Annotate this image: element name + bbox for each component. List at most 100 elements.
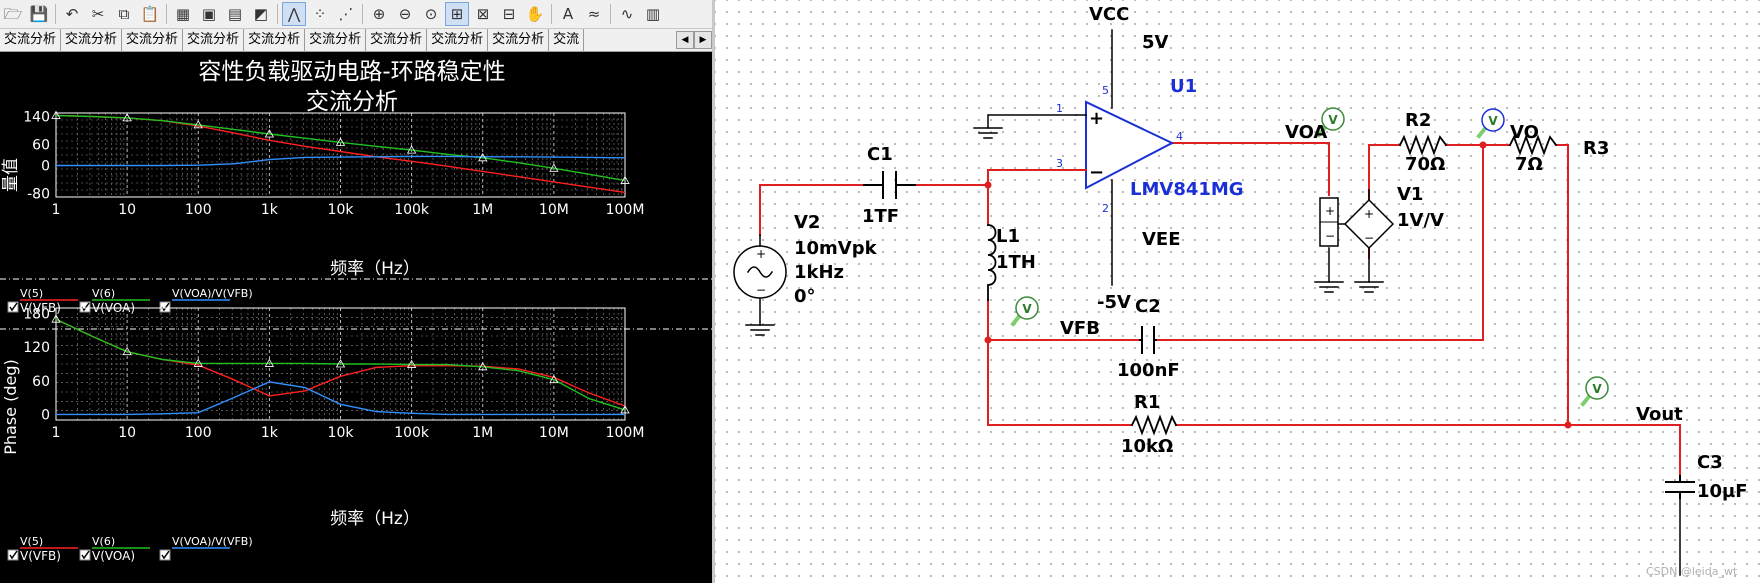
open-icon[interactable]: 🗁 (2, 3, 24, 25)
analysis-tabs: 交流分析 交流分析 交流分析 交流分析 交流分析 交流分析 交流分析 交流分析 交流分析 交流 (0, 29, 712, 52)
u1-ref: U1 (1170, 76, 1197, 97)
x-tick-label: 100 (185, 425, 212, 441)
vcc-label: VCC (1089, 4, 1129, 25)
x-tick-label: 1k (261, 425, 279, 441)
zoom-in-icon[interactable]: ⊕ (368, 3, 390, 25)
paste-icon[interactable]: 📋 (139, 3, 161, 25)
tab-scroll-right-button[interactable]: ▶ (694, 31, 712, 49)
cursor-icon[interactable]: ⋀ (282, 2, 306, 26)
tab-ac-analysis[interactable]: 交流分析 (122, 29, 184, 51)
zoom-area-icon[interactable]: ⊞ (445, 2, 469, 26)
probe-label: V (1488, 114, 1498, 128)
c2-ref: C2 (1135, 296, 1161, 317)
inductor-l1[interactable] (987, 224, 997, 301)
vee-label: VEE (1142, 229, 1181, 250)
c2-value: 100nF (1117, 360, 1180, 381)
chart-properties-icon[interactable]: ▤ (224, 3, 246, 25)
series-line-3[interactable] (56, 155, 626, 167)
tab-ac-analysis[interactable]: 交流 (549, 29, 585, 51)
y-tick-label: 180 (23, 307, 50, 323)
tab-ac-analysis[interactable]: 交流分析 (488, 29, 550, 51)
grid-icon[interactable]: ▦ (172, 3, 194, 25)
tab-ac-analysis[interactable]: 交流分析 (61, 29, 123, 51)
schematic-drawing: V V V V VCC 5V VEE -5V C1 1TF V2 10mVpk 1kH… (733, 4, 1748, 578)
copy-icon[interactable]: ⧉ (113, 3, 135, 25)
y-tick-label: 0 (41, 159, 50, 175)
cut-icon[interactable]: ✂ (87, 3, 109, 25)
capacitor-c3[interactable] (1665, 475, 1695, 499)
toolbar-separator (166, 4, 167, 24)
phase-chart[interactable]: 180 120 60 01 10 100 1k 10k 100k 1M 10M 100M (23, 307, 644, 441)
x-tick-label: 10 (118, 202, 136, 218)
x-tick-label: 10M (539, 425, 569, 441)
legend-label: V(6) (92, 535, 115, 548)
data-points-icon[interactable]: ⋰ (335, 3, 357, 25)
plot-subtitle: 交流分析 (306, 89, 398, 115)
voa-net-label: VOA (1285, 122, 1327, 143)
y-tick-label: 60 (32, 374, 50, 390)
v1-ref: V1 (1397, 184, 1423, 205)
overlay-icon[interactable]: ◩ (250, 3, 272, 25)
ac-analysis-plot: 容性负载驱动电路-环路稳定性 交流分析 140600-801 10 100 1k 10k… (0, 59, 712, 563)
toolbar-separator (277, 4, 278, 24)
x-tick-label: 10k (328, 202, 355, 218)
x-tick-label: 1 (52, 202, 61, 218)
v1-minus-sign: − (1364, 231, 1374, 245)
tab-ac-analysis[interactable]: 交流分析 (0, 29, 62, 51)
x-tick-label: 1 (52, 425, 61, 441)
v2-plus-sign: + (756, 247, 766, 261)
junction-dot (1479, 141, 1487, 149)
schematic-canvas[interactable]: V V V V VCC 5V VEE -5V C1 1TF V2 10mVpk 1kH… (715, 0, 1763, 583)
zoom-x-icon[interactable]: ⊠ (472, 3, 494, 25)
legend-sublabel: V(VOA) (92, 549, 135, 563)
legend-sublabel: V(VFB) (20, 549, 61, 563)
tab-ac-analysis[interactable]: 交流分析 (183, 29, 245, 51)
text-icon[interactable]: A (557, 3, 579, 25)
trace-icon[interactable]: ∿ (616, 3, 638, 25)
v2-ref: V2 (794, 212, 820, 233)
legend-label: V(VOA)/V(VFB) (172, 535, 253, 548)
x-tick-label: 1M (472, 202, 493, 218)
wire-node-inverting-input[interactable] (987, 169, 1077, 186)
tab-ac-analysis[interactable]: 交流分析 (244, 29, 306, 51)
top-y-axis-label: 量值 (1, 158, 21, 192)
tab-ac-analysis[interactable]: 交流分析 (305, 29, 367, 51)
resistor-r1[interactable] (1130, 414, 1178, 436)
r3-value: 7Ω (1515, 154, 1543, 175)
tab-ac-analysis[interactable]: 交流分析 (427, 29, 489, 51)
capacitor-c1[interactable] (863, 171, 916, 199)
l1-ref: L1 (996, 226, 1020, 247)
l1-value: 1TH (996, 252, 1036, 273)
markers-icon[interactable]: ⁘ (309, 3, 331, 25)
resistor-r2[interactable] (1398, 134, 1448, 156)
pin-2-label: 2 (1102, 202, 1109, 215)
tab-scroll-left-button[interactable]: ◀ (676, 31, 694, 49)
wire-r3-vout[interactable] (1555, 144, 1569, 426)
x-tick-label: 1k (261, 202, 279, 218)
legend-icon[interactable]: ≈ (583, 3, 605, 25)
grapher-window: 🗁 💾 ↶ ✂ ⧉ 📋 ▦ ▣ ▤ ◩ ⋀ ⁘ ⋰ ⊕ ⊖ ⊙ ⊞ ⊠ ⊟ ✋ A ≈ ∿ ▥ 交流分析 交流分析 交流分析 交流分… (0, 0, 712, 583)
top-x-axis-label: 频率（Hz） (330, 259, 420, 279)
r3-ref: R3 (1583, 138, 1609, 159)
zoom-y-icon[interactable]: ⊟ (498, 3, 520, 25)
ground-icon (1354, 281, 1384, 293)
pan-icon[interactable]: ✋ (524, 3, 546, 25)
tab-ac-analysis[interactable]: 交流分析 (366, 29, 428, 51)
toolbar-separator (55, 4, 56, 24)
export-icon[interactable]: ▥ (642, 3, 664, 25)
y-tick-label: 0 (41, 407, 50, 423)
legend-label: V(5) (20, 287, 43, 300)
x-tick-label: 10 (118, 425, 136, 441)
r2-value: 70Ω (1405, 154, 1445, 175)
save-icon[interactable]: 💾 (28, 3, 50, 25)
border-icon[interactable]: ▣ (198, 3, 220, 25)
zoom-fit-icon[interactable]: ⊙ (420, 3, 442, 25)
x-tick-label: 100 (185, 202, 212, 218)
wire-vout-c3[interactable] (1567, 424, 1681, 477)
zoom-out-icon[interactable]: ⊖ (394, 3, 416, 25)
capacitor-c2[interactable] (1139, 326, 1157, 354)
ground-icon (1314, 281, 1344, 293)
noninverting-sign: + (1089, 108, 1104, 129)
undo-icon[interactable]: ↶ (61, 3, 83, 25)
magnitude-chart[interactable]: 140 60 0 -801 10 100 1k 10k 100k 1M 10M 100M (23, 110, 644, 219)
